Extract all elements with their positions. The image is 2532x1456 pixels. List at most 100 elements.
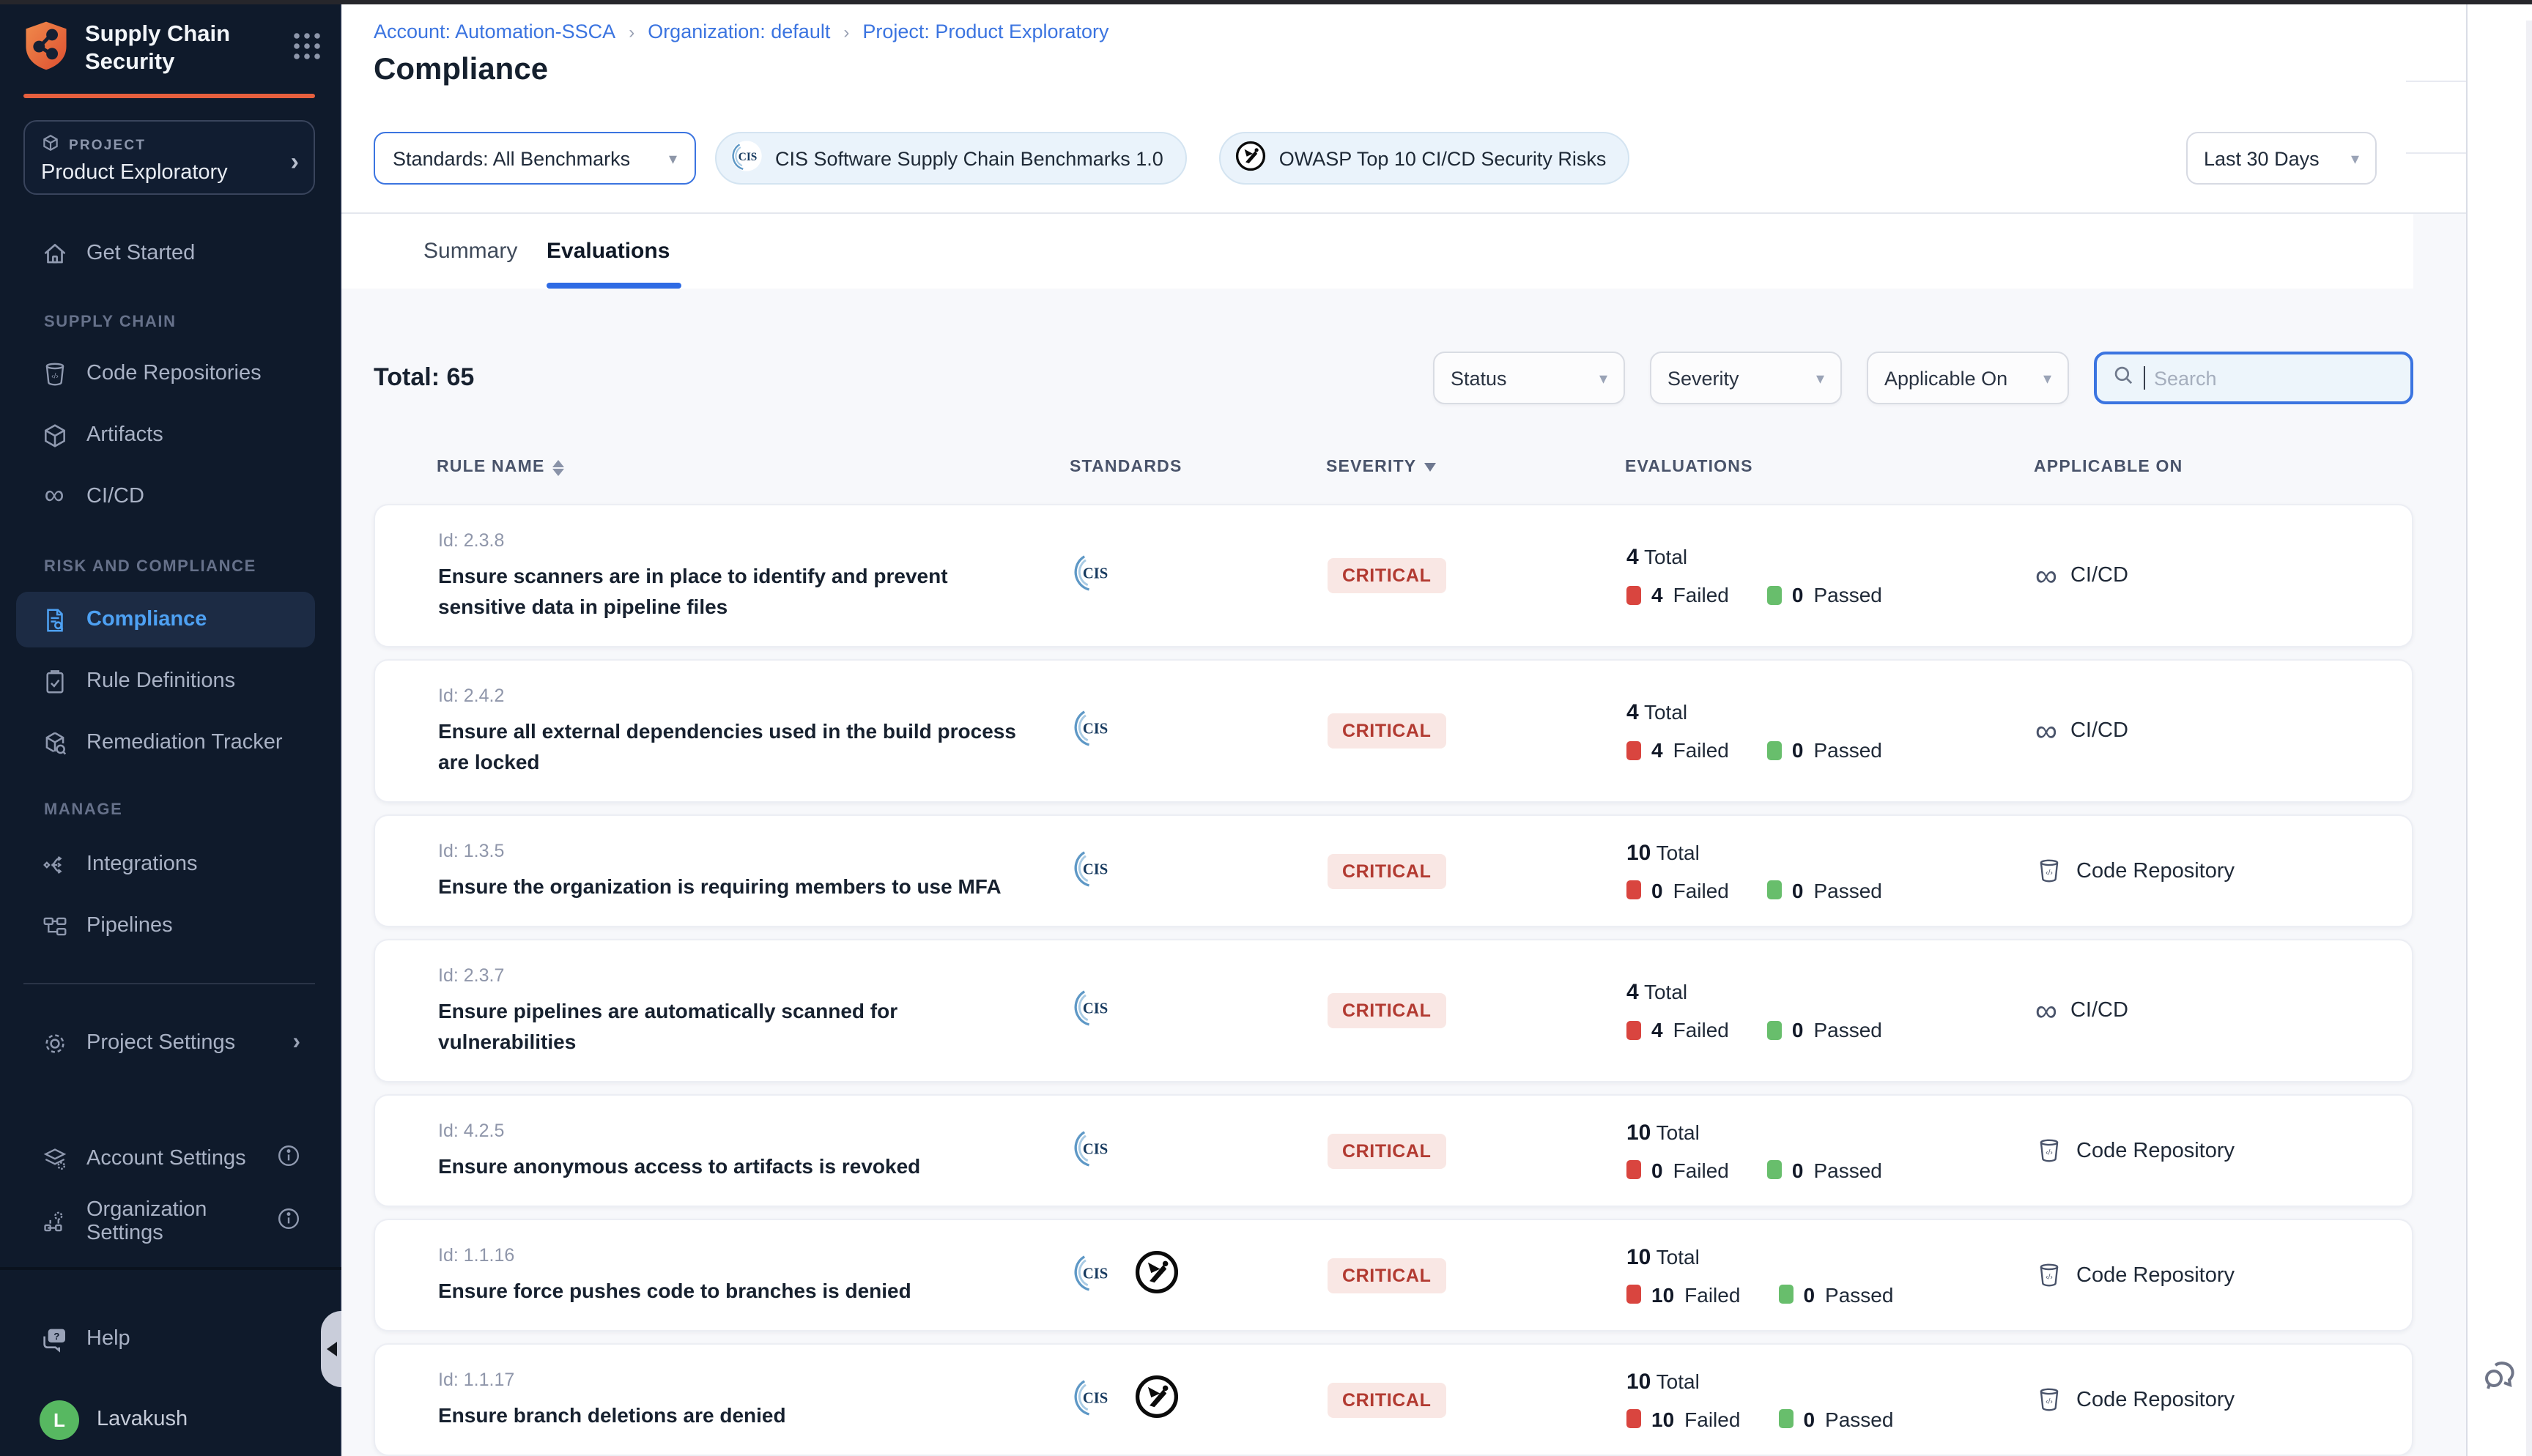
standards-select[interactable]: Standards: All Benchmarks ▾: [374, 132, 696, 185]
passed-indicator: [1767, 1020, 1782, 1039]
failed-indicator: [1626, 740, 1641, 759]
tab-summary[interactable]: Summary: [423, 214, 517, 289]
eval-total-label: Total: [1656, 1244, 1700, 1268]
severity-filter-select[interactable]: Severity ▾: [1650, 352, 1842, 404]
info-icon[interactable]: [277, 1144, 300, 1173]
user-menu[interactable]: L Lavakush: [0, 1394, 341, 1444]
svg-text:‹/›: ‹/›: [2046, 1398, 2053, 1406]
sidebar-item-pipelines[interactable]: Pipelines: [0, 904, 341, 948]
passed-indicator: [1778, 1409, 1793, 1428]
sidebar-item-label: Get Started: [86, 242, 195, 265]
sidebar-item-organization-settings[interactable]: Organization Settings: [0, 1200, 341, 1244]
table-row[interactable]: Id: 1.1.16 Ensure force pushes code to b…: [374, 1219, 2413, 1331]
eval-total-label: Total: [1644, 545, 1687, 568]
severity-cell: CRITICAL: [1320, 1258, 1619, 1293]
sidebar-item-label: Code Repositories: [86, 362, 262, 385]
eval-total-label: Total: [1656, 1369, 1700, 1392]
info-icon[interactable]: [277, 1207, 300, 1236]
evaluations-cell: 4 Total 4 Failed 0 Passed: [1619, 980, 2028, 1041]
eval-failed-count: 4: [1651, 583, 1663, 606]
eval-total-count: 10: [1626, 1244, 1651, 1269]
eval-total-count: 10: [1626, 1369, 1651, 1394]
breadcrumb-account[interactable]: Account: Automation-SSCA: [374, 21, 615, 42]
column-header-standards[interactable]: Standards: [1033, 458, 1319, 476]
sidebar-item-artifacts[interactable]: Artifacts: [0, 413, 341, 457]
table-row[interactable]: Id: 1.3.5 Ensure the organization is req…: [374, 814, 2413, 927]
gear-icon: [40, 1028, 69, 1058]
eval-passed-count: 0: [1792, 878, 1804, 902]
failed-indicator: [1626, 585, 1641, 604]
severity-cell: CRITICAL: [1320, 558, 1619, 593]
failed-indicator: [1626, 1409, 1641, 1428]
search-input[interactable]: [2154, 367, 2374, 389]
home-icon: [40, 239, 69, 268]
cis-logo-icon: CIS: [1071, 1249, 1117, 1301]
sidebar-item-compliance[interactable]: Compliance: [16, 592, 315, 647]
support-chat-icon[interactable]: [2478, 1353, 2522, 1405]
tab-evaluations[interactable]: Evaluations: [547, 214, 670, 289]
standards-cell: CIS: [1034, 705, 1320, 757]
sidebar-item-label: CI/CD: [86, 485, 144, 508]
project-switcher[interactable]: PROJECT Product Exploratory ›: [23, 120, 315, 195]
cicd-icon: ∞: [2035, 995, 2057, 1026]
sidebar-item-remediation-tracker[interactable]: Remediation Tracker: [0, 721, 341, 765]
sidebar-item-label: Project Settings: [86, 1031, 235, 1055]
table-row[interactable]: Id: 2.3.8 Ensure scanners are in place t…: [374, 504, 2413, 647]
eval-passed-label: Passed: [1813, 738, 1881, 762]
chip-cis-benchmark[interactable]: CIS CIS Software Supply Chain Benchmarks…: [715, 132, 1187, 185]
applicable-on-filter-label: Applicable On: [1884, 367, 2007, 389]
chip-owasp[interactable]: OWASP Top 10 CI/CD Security Risks: [1219, 132, 1630, 185]
owasp-logo-icon: [1133, 1247, 1181, 1303]
applicable-on-cell: ‹/› Code Repository: [2028, 1386, 2412, 1414]
evaluations-cell: 4 Total 4 Failed 0 Passed: [1619, 545, 2028, 606]
severity-filter-label: Severity: [1667, 367, 1739, 389]
table-row[interactable]: Id: 2.4.2 Ensure all external dependenci…: [374, 659, 2413, 803]
breadcrumb-organization[interactable]: Organization: default: [648, 21, 830, 42]
chevron-down-icon: ▾: [1816, 368, 1824, 387]
table-row[interactable]: Id: 2.3.7 Ensure pipelines are automatic…: [374, 939, 2413, 1082]
edge-divider: [2406, 81, 2466, 82]
date-range-select[interactable]: Last 30 Days ▾: [2186, 132, 2377, 185]
eval-passed-label: Passed: [1825, 1282, 1893, 1306]
eval-total-label: Total: [1644, 700, 1687, 724]
eval-passed-count: 0: [1803, 1282, 1815, 1306]
sidebar-item-integrations[interactable]: Integrations: [0, 842, 341, 886]
eval-passed-count: 0: [1803, 1407, 1815, 1430]
sidebar-item-account-settings[interactable]: Account Settings: [0, 1137, 341, 1181]
eval-failed-label: Failed: [1673, 1018, 1729, 1041]
apps-grid-icon[interactable]: [292, 30, 322, 68]
applicable-on-label: Code Repository: [2076, 859, 2235, 883]
applicable-on-cell: ∞ CI/CD: [2028, 716, 2412, 746]
sidebar-item-label: Integrations: [86, 853, 198, 876]
chip-label: OWASP Top 10 CI/CD Security Risks: [1279, 147, 1607, 169]
table-row[interactable]: Id: 4.2.5 Ensure anonymous access to art…: [374, 1094, 2413, 1207]
sidebar-section-risk-compliance: RISK AND COMPLIANCE: [44, 558, 256, 576]
rule-id: Id: 2.3.8: [438, 529, 1034, 552]
sort-desc-icon: [1424, 463, 1435, 472]
scrollbar-track[interactable]: [2526, 21, 2532, 1456]
eval-failed-label: Failed: [1673, 738, 1729, 762]
column-header-rule-name[interactable]: Rule Name: [374, 458, 1033, 476]
cicd-icon: ∞: [40, 482, 69, 511]
project-box-icon: [41, 133, 60, 157]
table-row[interactable]: Id: 1.1.17 Ensure branch deletions are d…: [374, 1343, 2413, 1456]
cis-logo-icon: CIS: [1071, 984, 1117, 1037]
sidebar-item-get-started[interactable]: Get Started: [0, 231, 341, 275]
severity-cell: CRITICAL: [1320, 1382, 1619, 1417]
breadcrumb-project[interactable]: Project: Product Exploratory: [862, 21, 1108, 42]
applicable-on-filter-select[interactable]: Applicable On ▾: [1867, 352, 2069, 404]
sidebar-item-project-settings[interactable]: Project Settings ›: [0, 1021, 341, 1065]
column-header-severity[interactable]: Severity: [1319, 458, 1618, 476]
cis-logo-icon: CIS: [1071, 705, 1117, 757]
sidebar-item-rule-definitions[interactable]: Rule Definitions: [0, 659, 341, 703]
status-filter-select[interactable]: Status ▾: [1433, 352, 1625, 404]
user-name: Lavakush: [97, 1408, 188, 1431]
sidebar-item-cicd[interactable]: ∞ CI/CD: [0, 475, 341, 519]
svg-text:‹/›: ‹/›: [2046, 1149, 2053, 1157]
sidebar-collapse-handle[interactable]: [321, 1311, 341, 1387]
sidebar-item-help[interactable]: ? Help: [0, 1317, 341, 1361]
eval-passed-count: 0: [1792, 583, 1804, 606]
applicable-on-label: CI/CD: [2070, 564, 2128, 587]
sidebar-item-code-repositories[interactable]: ‹/› Code Repositories: [0, 352, 341, 395]
svg-text:CIS: CIS: [1083, 861, 1108, 877]
